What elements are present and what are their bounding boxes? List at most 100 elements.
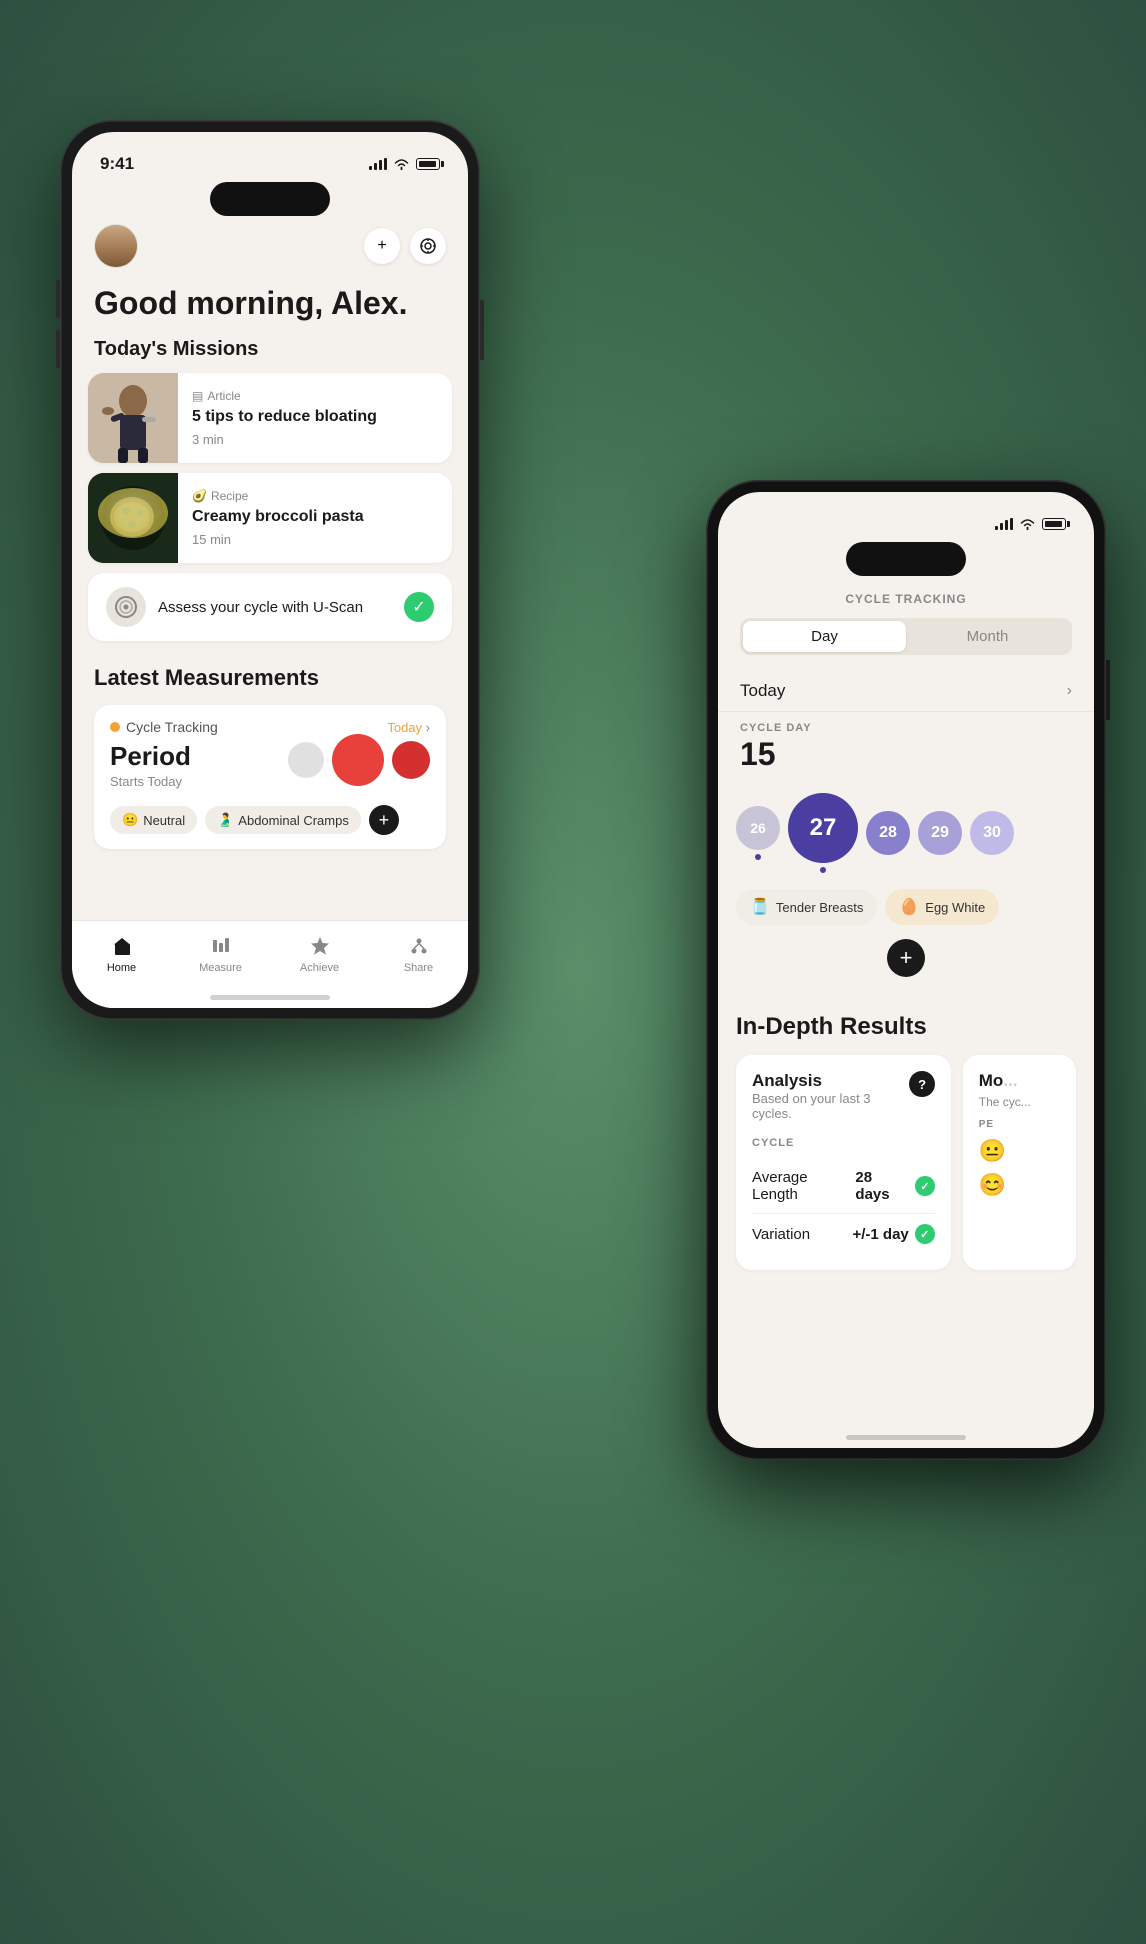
wifi-icon — [393, 158, 410, 170]
period-visual — [288, 734, 430, 786]
recipe-title: Creamy broccoli pasta — [192, 507, 438, 528]
missions-title: Today's Missions — [72, 338, 468, 373]
cycle-day-section: CYCLE DAY 15 — [718, 722, 1094, 783]
cycle-circle-27-today[interactable]: 27 — [788, 793, 858, 863]
article-duration: 3 min — [192, 432, 438, 447]
uscan-left: Assess your cycle with U-Scan — [106, 587, 363, 627]
phone-1: 9:41 — [60, 120, 480, 1020]
home-indicator — [210, 995, 330, 1000]
add-button[interactable]: + — [364, 228, 400, 264]
cycle-day-27: 27 — [788, 793, 858, 873]
phone2-dynamic-island — [846, 542, 966, 576]
woman-drinking-illustration — [88, 373, 178, 463]
symptoms-row: 🫙 Tender Breasts 🥚 Egg White — [718, 889, 1094, 939]
article-tag: ▤ Article — [192, 389, 438, 403]
add-symptom-container: + — [718, 939, 1094, 993]
phone2-signal-icon — [995, 518, 1013, 530]
cycle-circle-28[interactable]: 28 — [866, 811, 910, 855]
tender-breasts-label: Tender Breasts — [776, 900, 863, 915]
today-label: Today — [740, 681, 785, 701]
phone-1-screen: 9:41 — [72, 132, 468, 1008]
circle-period-small — [392, 741, 430, 779]
phone-2-screen: CYCLE TRACKING Day Month Today › CYCLE D… — [718, 492, 1094, 1448]
nav-achieve[interactable]: Achieve — [270, 933, 369, 974]
symptom-tender-breasts[interactable]: 🫙 Tender Breasts — [736, 889, 877, 925]
mission-card-article[interactable]: ▤ Article 5 tips to reduce bloating 3 mi… — [88, 373, 452, 463]
tag-neutral: 😐 Neutral — [110, 806, 197, 834]
recipe-tag: 🥑 Recipe — [192, 489, 438, 503]
recipe-duration: 15 min — [192, 532, 438, 547]
measurement-today: Today › — [387, 720, 430, 735]
tender-breasts-icon: 🫙 — [750, 897, 770, 917]
cycle-day-26: 26 — [736, 806, 780, 860]
share-icon — [406, 933, 432, 959]
nav-share[interactable]: Share — [369, 933, 468, 974]
add-tag-button[interactable]: + — [369, 805, 399, 835]
in-depth-title: In-Depth Results — [736, 1013, 1076, 1041]
article-content: ▤ Article 5 tips to reduce bloating 3 mi… — [178, 377, 452, 459]
analysis-cards-row: Analysis Based on your last 3 cycles. ? … — [736, 1055, 1076, 1270]
face-icon-1: 😐 — [979, 1138, 1060, 1164]
help-button[interactable]: ? — [909, 1071, 934, 1097]
status-time: 9:41 — [100, 154, 134, 174]
cycle-day-label: CYCLE DAY — [740, 722, 1072, 734]
today-row[interactable]: Today › — [718, 671, 1094, 712]
cycle-circle-30[interactable]: 30 — [970, 811, 1014, 855]
dynamic-island — [210, 182, 330, 216]
signal-icon — [369, 158, 387, 170]
home-icon — [109, 933, 135, 959]
nav-achieve-label: Achieve — [300, 962, 339, 974]
cycle-circle-29[interactable]: 29 — [918, 811, 962, 855]
recipe-content: 🥑 Recipe Creamy broccoli pasta 15 min — [178, 477, 452, 559]
variation-row: Variation +/-1 day ✓ — [752, 1214, 935, 1254]
phone2-home-indicator — [846, 1435, 966, 1440]
phone-2-power-button — [1106, 660, 1110, 720]
measurement-card[interactable]: Cycle Tracking Today › Period Starts Tod… — [94, 705, 446, 849]
cycle-day-30: 30 — [970, 811, 1014, 855]
month-tab[interactable]: Month — [906, 621, 1069, 652]
phone2-status-bar — [718, 492, 1094, 542]
cycle-day-number: 15 — [740, 736, 1072, 773]
pasta-illustration — [88, 473, 178, 563]
achieve-icon — [307, 933, 333, 959]
egg-white-icon: 🥚 — [899, 897, 919, 917]
day-tab[interactable]: Day — [743, 621, 906, 652]
analysis-card: Analysis Based on your last 3 cycles. ? … — [736, 1055, 951, 1270]
tag-cramps: 🫃 Abdominal Cramps — [205, 806, 361, 834]
uscan-card[interactable]: Assess your cycle with U-Scan ✓ — [88, 573, 452, 641]
average-length-row: Average Length 28 days ✓ — [752, 1159, 935, 1214]
avatar[interactable] — [94, 224, 138, 268]
uscan-device-icon — [112, 593, 140, 621]
nav-measure[interactable]: Measure — [171, 933, 270, 974]
chevron-right-icon: › — [1067, 682, 1072, 700]
header-row: + — [72, 224, 468, 280]
cycle-day-28: 28 — [866, 811, 910, 855]
dot-indicator-27 — [820, 867, 826, 873]
volume-up-button — [56, 280, 60, 318]
measurement-sub: Starts Today — [110, 774, 182, 789]
bottom-nav: Home Measure Achieve Share — [72, 920, 468, 1008]
day-month-toggle: Day Month — [740, 618, 1072, 655]
partial-card: Mo... The cyc... PE 😐 😊 — [963, 1055, 1076, 1270]
nav-home[interactable]: Home — [72, 933, 171, 974]
circle-empty — [288, 742, 324, 778]
measurements-section: Latest Measurements Cycle Tracking Today… — [72, 657, 468, 861]
circle-period-large — [332, 734, 384, 786]
mission-card-recipe[interactable]: 🥑 Recipe Creamy broccoli pasta 15 min — [88, 473, 452, 563]
avg-length-label: Average Length — [752, 1169, 855, 1203]
symptom-egg-white[interactable]: 🥚 Egg White — [885, 889, 999, 925]
analysis-title: Analysis — [752, 1071, 909, 1091]
partial-card-faces: 😐 😊 — [979, 1138, 1060, 1198]
variation-label: Variation — [752, 1226, 810, 1243]
article-title: 5 tips to reduce bloating — [192, 407, 438, 428]
scan-button[interactable] — [410, 228, 446, 264]
recipe-image — [88, 473, 178, 563]
article-image — [88, 373, 178, 463]
partial-card-label: PE — [979, 1119, 1060, 1130]
status-bar: 9:41 — [72, 132, 468, 182]
cycle-circle-26[interactable]: 26 — [736, 806, 780, 850]
add-symptom-button[interactable]: + — [887, 939, 925, 977]
status-icons — [369, 158, 440, 170]
measurement-label: Cycle Tracking — [110, 719, 218, 735]
variation-check: ✓ — [915, 1224, 935, 1244]
